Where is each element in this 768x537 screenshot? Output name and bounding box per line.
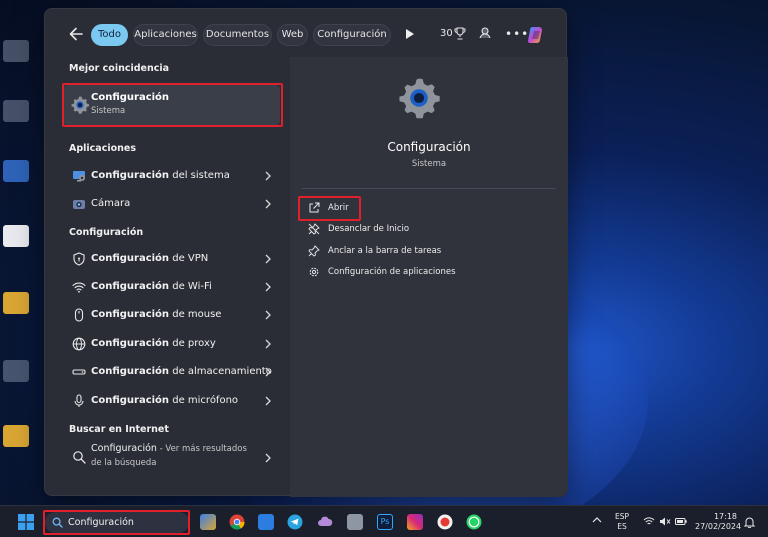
action-label: Configuración de aplicaciones: [328, 267, 456, 277]
apps-heading: Aplicaciones: [69, 143, 136, 154]
chevron-right-icon[interactable]: [264, 282, 272, 292]
telegram-icon[interactable]: [287, 514, 303, 530]
wifi-icon[interactable]: [643, 516, 655, 527]
rewards-trophy-icon[interactable]: [454, 27, 466, 40]
store-app-icon[interactable]: [258, 514, 274, 530]
desktop-icon[interactable]: [3, 100, 29, 122]
highlight-box: [62, 83, 283, 127]
filter-bar: Todo Aplicaciones Documentos Web Configu…: [45, 9, 568, 57]
shield-icon: [73, 252, 85, 266]
chevron-up-icon[interactable]: [592, 516, 602, 524]
globe-icon: [72, 337, 86, 351]
windows-start-icon[interactable]: [18, 514, 34, 530]
result-label: Configuración del sistema: [91, 170, 230, 181]
taskbar: Configuración Ps ESP ES 17:18 27/02/2024: [0, 505, 768, 537]
unpin-icon: [308, 223, 320, 235]
desktop-icon[interactable]: [3, 292, 29, 314]
desktop-icons: [0, 0, 44, 505]
copilot-icon[interactable]: [526, 25, 546, 45]
system-settings-icon: [73, 171, 85, 182]
widgets-app-icon[interactable]: [200, 514, 216, 530]
result-vpn[interactable]: Configuración de VPN: [63, 246, 280, 272]
best-match-heading: Mejor coincidencia: [69, 63, 170, 74]
result-label: Configuración de VPN: [91, 253, 209, 264]
account-avatar-icon[interactable]: [477, 26, 493, 42]
preview-pane: Configuración Sistema Abrir Desanclar de…: [290, 57, 568, 497]
tab-documentos[interactable]: Documentos: [203, 24, 272, 46]
whatsapp-icon[interactable]: [466, 514, 482, 530]
settings-heading: Configuración: [69, 227, 144, 238]
cloud-app-icon[interactable]: [317, 514, 333, 530]
tab-aplicaciones[interactable]: Aplicaciones: [133, 24, 198, 46]
chevron-right-icon[interactable]: [264, 367, 272, 377]
gear-icon: [309, 267, 319, 277]
result-camara[interactable]: Cámara: [63, 191, 280, 217]
preview-subtitle: Sistema: [411, 159, 447, 169]
desktop-icon[interactable]: [3, 360, 29, 382]
chevron-right-icon[interactable]: [264, 453, 272, 463]
result-configuracion-del-sistema[interactable]: Configuración del sistema: [63, 163, 280, 189]
result-almacenamiento[interactable]: Configuración de almacenamiento: [63, 359, 280, 385]
chevron-right-icon[interactable]: [264, 254, 272, 264]
result-label: Cámara: [91, 198, 131, 209]
system-clock[interactable]: 17:18 27/02/2024: [695, 512, 741, 532]
desktop-icon[interactable]: [3, 160, 29, 182]
tab-configuracion[interactable]: Configuración: [313, 24, 391, 46]
result-label: Configuración de micrófono: [91, 395, 239, 406]
result-label: Configuración de mouse: [91, 309, 222, 320]
recorder-app-icon[interactable]: [437, 514, 453, 530]
volume-muted-icon[interactable]: [659, 516, 671, 527]
calculator-icon[interactable]: [347, 514, 363, 530]
chevron-right-icon[interactable]: [264, 339, 272, 349]
search-panel: Todo Aplicaciones Documentos Web Configu…: [44, 8, 568, 497]
language-indicator[interactable]: ESP ES: [615, 512, 629, 532]
camera-icon: [73, 200, 85, 209]
rewards-points: 30: [440, 28, 453, 39]
microphone-icon: [74, 394, 84, 407]
action-configuracion-aplicaciones[interactable]: Configuración de aplicaciones: [308, 263, 548, 283]
settings-gear-icon: [399, 78, 440, 119]
result-web-search[interactable]: Configuración - Ver más resultados de la…: [63, 437, 280, 477]
pin-icon: [308, 245, 320, 257]
desktop-icon[interactable]: [3, 225, 29, 247]
divider: [302, 188, 556, 189]
action-label: Desanclar de Inicio: [328, 224, 410, 234]
chevron-right-icon[interactable]: [264, 171, 272, 181]
preview-title: Configuración: [387, 140, 471, 154]
web-search-heading: Buscar en Internet: [69, 424, 169, 435]
desktop-icon[interactable]: [3, 425, 29, 447]
action-label: Anclar a la barra de tareas: [328, 246, 442, 256]
results-list: Mejor coincidencia Configuración Sistema…: [45, 57, 290, 497]
battery-icon[interactable]: [675, 516, 687, 527]
search-icon: [73, 451, 86, 464]
tab-todo[interactable]: Todo: [91, 24, 128, 46]
result-proxy[interactable]: Configuración de proxy: [63, 331, 280, 357]
chevron-right-icon[interactable]: [264, 310, 272, 320]
tab-web[interactable]: Web: [277, 24, 308, 46]
photoshop-icon[interactable]: Ps: [377, 514, 393, 530]
storage-icon: [72, 369, 86, 375]
chrome-icon[interactable]: [229, 514, 245, 530]
chevron-right-icon[interactable]: [264, 396, 272, 406]
more-tabs-play-icon[interactable]: [405, 28, 415, 40]
result-microfono[interactable]: Configuración de micrófono: [63, 388, 280, 414]
result-label: Configuración de proxy: [91, 338, 216, 349]
instagram-icon[interactable]: [407, 514, 423, 530]
result-label: Configuración de Wi-Fi: [91, 281, 212, 292]
highlight-box: [298, 196, 361, 221]
action-desanclar-inicio[interactable]: Desanclar de Inicio: [308, 220, 548, 240]
mouse-icon: [74, 308, 84, 322]
result-label: Configuración de almacenamiento: [91, 366, 272, 377]
highlight-box: [43, 510, 190, 535]
result-wifi[interactable]: Configuración de Wi-Fi: [63, 274, 280, 300]
result-mouse[interactable]: Configuración de mouse: [63, 302, 280, 328]
wifi-icon: [72, 282, 86, 293]
web-search-label: Configuración - Ver más resultados de la…: [91, 443, 247, 468]
chevron-right-icon[interactable]: [264, 199, 272, 209]
desktop-icon[interactable]: [3, 40, 29, 62]
notification-bell-icon[interactable]: [744, 516, 755, 528]
back-arrow-icon[interactable]: [67, 25, 85, 43]
action-anclar-barra-tareas[interactable]: Anclar a la barra de tareas: [308, 242, 548, 262]
